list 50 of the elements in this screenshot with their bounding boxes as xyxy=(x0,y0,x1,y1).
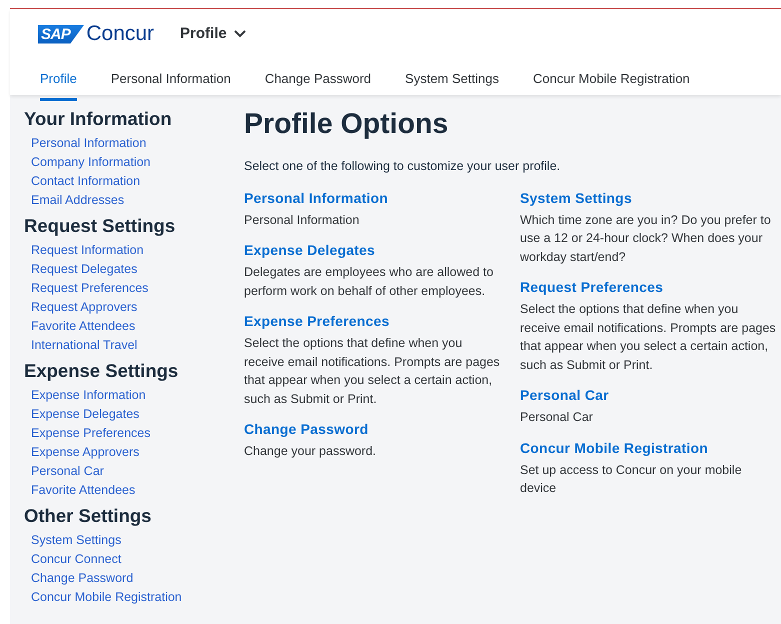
logo-mark: SAP xyxy=(38,24,84,44)
sidebar-link[interactable]: Expense Delegates xyxy=(24,405,244,424)
sidebar-link[interactable]: Contact Information xyxy=(24,172,244,191)
tab[interactable]: Personal Information xyxy=(110,61,231,100)
sidebar-link[interactable]: Personal Information xyxy=(24,134,244,153)
logo-name: Concur xyxy=(86,21,154,48)
sidebar-link[interactable]: Change Password xyxy=(24,569,244,588)
sidebar-link[interactable]: Expense Information xyxy=(24,386,244,405)
option-link[interactable]: Change Password xyxy=(244,420,368,438)
sidebar-link[interactable]: Favorite Attendees xyxy=(24,481,244,500)
page-title: Profile Options xyxy=(244,107,450,142)
option-description: Select the options that define when you receive email notifications. Prompts are pages that appear when you select a certain action, such as Submit or Print. xyxy=(520,301,777,374)
option-link[interactable]: System Settings xyxy=(520,188,632,207)
option-description: Delegates are employees who are allowed to perform work on behalf of other employees. xyxy=(244,264,494,300)
option-link[interactable]: Expense Delegates xyxy=(244,241,376,260)
option-description: Which time zone are you in? Do you prefer to use a 12 or 24-hour clock? When does your workday start/end? xyxy=(520,212,772,266)
sidebar-link[interactable]: Email Addresses xyxy=(24,191,244,210)
option-link[interactable]: Personal Information xyxy=(244,188,388,207)
intro-text: Select one of the following to customize your user profile. xyxy=(244,158,562,175)
sidebar-link[interactable]: Request Delegates xyxy=(24,260,244,279)
sidebar-link[interactable]: Expense Approvers xyxy=(24,443,244,462)
tab[interactable]: Change Password xyxy=(264,61,372,100)
sidebar-link[interactable]: Expense Preferences xyxy=(24,424,244,443)
sidebar-link[interactable]: Concur Connect xyxy=(24,550,244,569)
tab[interactable]: Concur Mobile Registration xyxy=(532,61,690,100)
sidebar-link[interactable]: Favorite Attendees xyxy=(24,317,244,336)
option-link[interactable]: Expense Preferences xyxy=(244,312,390,330)
section-heading: Your Information xyxy=(24,107,173,131)
sidebar-link[interactable]: Request Approvers xyxy=(24,298,244,317)
sidebar-link[interactable]: Concur Mobile Registration xyxy=(24,588,244,607)
option-description: Select the options that define when you receive email notifications. Prompts are pages that appear when you select a certain action, such as Submit or Print. xyxy=(244,335,501,408)
section-heading: Request Settings xyxy=(24,214,176,238)
tab[interactable]: System Settings xyxy=(405,61,499,100)
chevron-down-icon xyxy=(234,30,246,38)
option-description: Set up access to Concur on your mobile device xyxy=(520,462,743,498)
sidebar-link[interactable]: Company Information xyxy=(24,153,244,172)
sidebar-link[interactable]: Request Preferences xyxy=(24,279,244,298)
sidebar-link[interactable]: International Travel xyxy=(24,336,244,355)
option-description: Personal Information xyxy=(244,212,360,229)
section-heading: Expense Settings xyxy=(24,359,180,383)
profile-menu[interactable]: Profile xyxy=(180,22,246,46)
option-description: Change your password. xyxy=(244,443,378,460)
sidebar-link[interactable]: Personal Car xyxy=(24,462,244,481)
option-link[interactable]: Concur Mobile Registration xyxy=(520,438,708,457)
section-heading: Other Settings xyxy=(24,504,152,528)
sidebar-link[interactable]: System Settings xyxy=(24,531,244,550)
option-description: Personal Car xyxy=(520,409,594,426)
option-link[interactable]: Personal Car xyxy=(520,386,609,404)
option-link[interactable]: Request Preferences xyxy=(520,278,664,296)
sidebar-link[interactable]: Request Information xyxy=(24,241,244,260)
